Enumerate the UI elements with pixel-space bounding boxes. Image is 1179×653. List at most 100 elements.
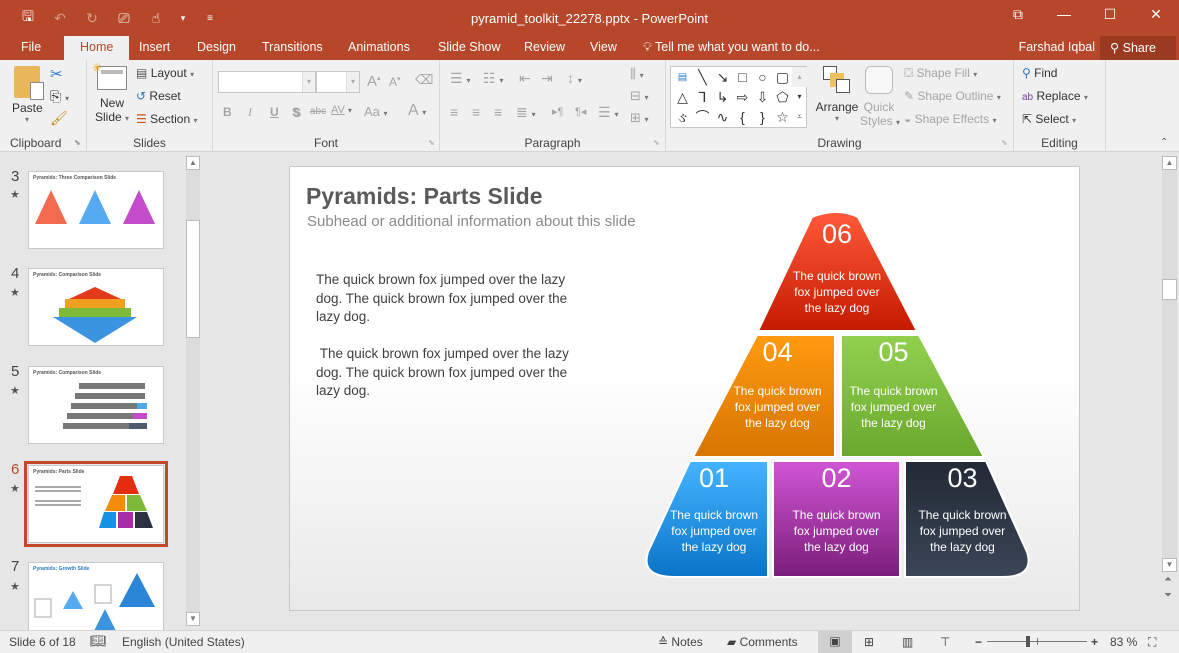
font-color-button[interactable]: A ▾ [408,102,426,120]
scroll-down-button[interactable]: ▼ [1162,558,1177,572]
pyramid-segment-01[interactable]: 01 The quick brown fox jumped over the l… [660,461,768,577]
zoom-level[interactable]: 83 % [1110,635,1137,649]
elbow-connector-shape-icon[interactable]: ⅂ [693,88,712,107]
normal-view-button[interactable]: ▣ [818,631,852,653]
scroll-up-button[interactable]: ▲ [186,156,200,170]
slide-thumbnail-4[interactable]: Pyramids: Comparison Slide [28,268,164,346]
pyramid-segment-05[interactable]: 05 The quick brown fox jumped over the l… [841,335,946,455]
rectangle-shape-icon[interactable]: □ [733,68,752,87]
underline-button[interactable]: U [270,105,279,119]
select-button[interactable]: ⇱ Select ▾ [1022,112,1076,126]
slideshow-button[interactable]: ⊤ [940,635,950,649]
paste-button[interactable]: Paste ▾ [12,66,44,124]
tab-home[interactable]: Home [64,36,130,60]
pyramid-segment-03[interactable]: 03 The quick brown fox jumped over the l… [905,461,1020,577]
section-button[interactable]: ☰ Section ▾ [136,112,198,126]
gallery-scroll-down-icon[interactable]: ▾ [792,87,807,107]
zoom-out-button[interactable]: − [975,635,982,649]
strikethrough-button[interactable]: abc [310,106,326,117]
gallery-more-icon[interactable]: ⩡ [792,107,807,127]
thumbnails-scrollbar[interactable]: ▲ ▼ [186,156,200,626]
slide-sorter-button[interactable]: ⊞ [864,635,874,649]
text-box-shape-icon[interactable]: ▤ [673,68,692,87]
tab-file[interactable]: File [21,40,41,54]
tab-review[interactable]: Review [524,40,565,54]
slide-canvas[interactable]: Pyramids: Parts Slide Subhead or additio… [289,166,1080,611]
layout-button[interactable]: ▤ Layout ▾ [136,66,194,80]
rtl-button[interactable]: ¶◂ [575,105,586,118]
convert-smartart-button[interactable]: ⊞ ▾ [630,110,649,126]
freeform-shape-icon[interactable]: ⬠ [773,88,792,107]
tab-insert[interactable]: Insert [139,40,170,54]
minimize-button[interactable]: — [1041,6,1087,23]
slide-thumbnail-3[interactable]: Pyramids: Three Comparison Slide [28,171,164,249]
drawing-launcher-icon[interactable]: ⬊ [1001,138,1008,147]
bold-button[interactable]: B [223,105,232,119]
user-name[interactable]: Farshad Iqbal [1019,40,1095,54]
shrink-font-button[interactable]: A▾ [389,75,401,89]
scrollbar-thumb[interactable] [186,220,200,338]
shadow-button[interactable]: S [292,105,300,119]
tab-transitions[interactable]: Transitions [262,40,323,54]
scroll-down-button[interactable]: ▼ [186,612,200,626]
ltr-button[interactable]: ▸¶ [552,105,563,118]
share-button[interactable]: ⚲ Share [1100,36,1176,60]
tab-slide-show[interactable]: Slide Show [438,40,501,54]
previous-slide-icon[interactable]: ⏶ [1164,574,1172,585]
rounded-rectangle-shape-icon[interactable]: ▢ [773,68,792,87]
notes-button[interactable]: ≙ Notes [658,635,703,649]
right-arrow-shape-icon[interactable]: ⇨ [733,88,752,107]
font-name-select[interactable]: ▾ [218,71,316,93]
arc-shape-icon[interactable]: ⌒ [693,108,712,127]
maximize-button[interactable]: ☐ [1087,6,1133,23]
cut-icon[interactable]: ✂ [50,65,63,83]
star-shape-icon[interactable]: ☆ [773,108,792,127]
curve-shape-icon[interactable]: ∿ [713,108,732,127]
shape-outline-button[interactable]: ✎ Shape Outline ▾ [904,89,1001,103]
bullets-button[interactable]: ☰ ▾ [450,70,470,87]
scribble-shape-icon[interactable]: ઙ [673,108,692,127]
numbering-button[interactable]: ☷ ▾ [483,70,503,87]
language-indicator[interactable]: English (United States) [122,635,245,649]
pyramid-segment-04[interactable]: 04 The quick brown fox jumped over the l… [720,335,835,455]
tab-animations[interactable]: Animations [348,40,410,54]
quick-styles-button[interactable]: Quick Styles ▾ [860,66,900,128]
shape-effects-button[interactable]: ◒ Shape Effects ▾ [904,112,996,126]
line-shape-icon[interactable]: ╲ [693,68,712,87]
shapes-gallery[interactable]: ▤ ╲ ↘ □ ○ ▢ △ ⅂ ↳ ⇨ ⇩ ⬠ ઙ ⌒ ∿ { } ☆ ▴ ▾ [670,66,807,128]
triangle-shape-icon[interactable]: △ [673,88,692,107]
clear-formatting-icon[interactable]: ⌫ [415,72,433,88]
center-button[interactable]: ≡ [472,104,480,120]
zoom-slider-thumb[interactable] [1025,636,1030,647]
tell-me-search[interactable]: 💡︎ Tell me what you want to do... [643,40,820,55]
italic-button[interactable]: I [248,105,252,120]
character-spacing-button[interactable]: AV ▾ [331,104,352,116]
zoom-slider[interactable] [987,636,1087,647]
right-brace-shape-icon[interactable]: } [753,108,772,127]
slide-scrollbar[interactable]: ▲ ▼ [1162,156,1177,572]
zoom-in-button[interactable]: + [1091,635,1098,649]
replace-button[interactable]: ab Replace ▾ [1022,89,1088,103]
shape-fill-button[interactable]: ⛋ Shape Fill ▾ [904,66,977,81]
oval-shape-icon[interactable]: ○ [753,68,772,87]
scrollbar-thumb[interactable] [1162,279,1177,300]
slide-thumbnail-5[interactable]: Pyramids: Comparison Slide [28,366,164,444]
justify-button[interactable]: ≣ ▾ [516,104,536,121]
line-spacing-button[interactable]: ↕ ▾ [567,70,582,86]
new-slide-button[interactable]: ✳ New Slide ▾ [92,61,129,124]
next-slide-icon[interactable]: ⏷ [1164,590,1172,601]
comments-button[interactable]: ▰ Comments [727,635,798,649]
clipboard-launcher-icon[interactable]: ⬊ [74,138,81,147]
reset-button[interactable]: ↺ Reset [136,89,181,103]
font-launcher-icon[interactable]: ⬊ [428,138,435,147]
tab-view[interactable]: View [590,40,617,54]
ribbon-display-options-icon[interactable]: ⧉ [995,6,1041,23]
find-button[interactable]: ⚲ Find [1022,66,1057,80]
columns-button[interactable]: ☰ ▾ [598,104,618,121]
align-left-button[interactable]: ≡ [450,104,458,120]
align-text-button[interactable]: ⊟ ▾ [630,88,649,104]
decrease-indent-button[interactable]: ⇤ [519,70,531,87]
tab-design[interactable]: Design [197,40,236,54]
slide-thumbnail-7[interactable]: Pyramids: Growth Slide [28,562,164,630]
elbow-arrow-shape-icon[interactable]: ↳ [713,88,732,107]
